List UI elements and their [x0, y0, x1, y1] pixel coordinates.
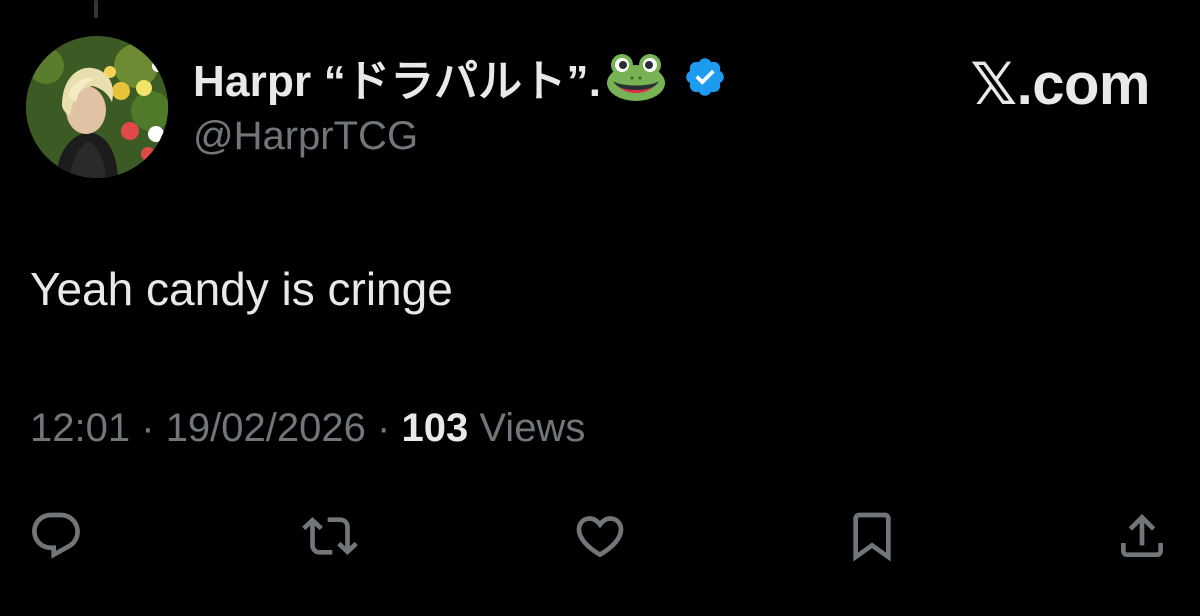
- frog-icon: [605, 51, 667, 103]
- brand-watermark: 𝕏.com: [970, 52, 1150, 117]
- meta-separator: ·: [141, 406, 155, 450]
- avatar[interactable]: [26, 36, 168, 178]
- thread-connector-line: [94, 0, 98, 18]
- tweet-time[interactable]: 12:01: [30, 406, 130, 450]
- share-button[interactable]: [1112, 506, 1172, 566]
- like-icon: [576, 516, 624, 558]
- verified-badge-icon[interactable]: [683, 55, 727, 99]
- reply-button[interactable]: [26, 506, 86, 566]
- author-display-name[interactable]: Harpr “ドラパルト”.: [193, 45, 601, 109]
- author-name-row[interactable]: Harpr “ドラパルト”.: [193, 46, 727, 108]
- tweet-date[interactable]: 19/02/2026: [166, 406, 366, 450]
- tweet-text: Yeah candy is cringe: [30, 263, 453, 315]
- share-icon: [1121, 514, 1163, 557]
- like-button[interactable]: [570, 506, 630, 566]
- views-label: Views: [479, 406, 586, 450]
- avatar-image: [26, 36, 168, 178]
- retweet-icon: [302, 517, 358, 555]
- views-count: 103: [401, 406, 469, 450]
- retweet-button[interactable]: [300, 506, 360, 566]
- tweet-metadata: 12:01 · 19/02/2026 · 103 Views: [30, 406, 585, 451]
- reply-icon: [32, 512, 80, 559]
- bookmark-button[interactable]: [842, 506, 902, 566]
- meta-separator: ·: [377, 406, 391, 450]
- author-handle[interactable]: @HarprTCG: [193, 114, 418, 159]
- bookmark-icon: [853, 512, 891, 562]
